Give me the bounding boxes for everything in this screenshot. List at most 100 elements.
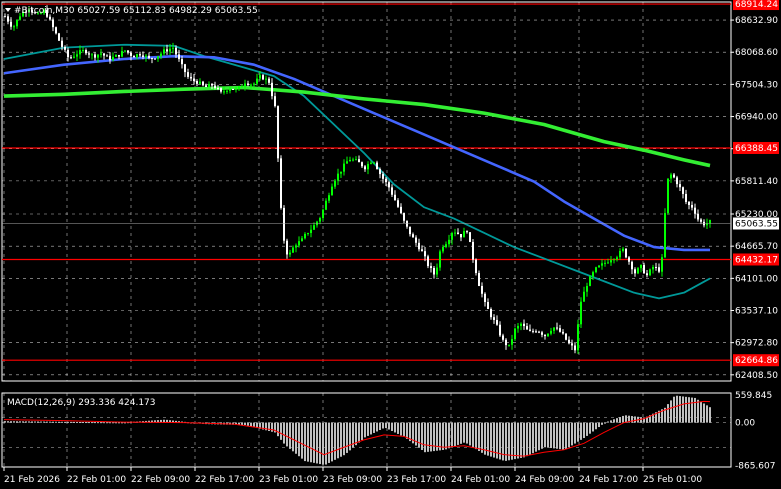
candle-bear [133, 55, 135, 58]
candle-bear [94, 54, 96, 58]
candle-bull [223, 91, 225, 93]
macd-histogram-bar [676, 395, 678, 423]
macd-histogram-bar [478, 422, 480, 451]
candle-bull [226, 90, 228, 92]
macd-histogram-bar [577, 422, 579, 442]
macd-histogram-bar [523, 422, 525, 458]
macd-histogram-bar [421, 422, 423, 450]
macd-histogram-bar [250, 422, 252, 427]
level-price-label: 66388.45 [735, 144, 778, 154]
candle-bear [211, 83, 213, 86]
candle-bear [130, 52, 132, 56]
candle-bear [628, 257, 630, 262]
macd-histogram-bar [556, 422, 558, 449]
candle-bear [175, 47, 177, 55]
candle-bear [154, 58, 156, 60]
candle-bear [523, 323, 525, 327]
candle-bear [634, 269, 636, 274]
candle-bear [562, 331, 564, 334]
candle-bull [709, 219, 711, 224]
candle-bull [370, 162, 372, 164]
macd-histogram-bar [403, 422, 405, 437]
macd-histogram-bar [448, 422, 450, 449]
candle-bull [553, 327, 555, 331]
time-axis[interactable]: 21 Feb 2026 22 Feb 01:00 22 Feb 09:00 22 Fe… [3, 467, 702, 485]
macd-histogram-bar [355, 422, 357, 446]
macd-histogram-bar [397, 422, 399, 434]
macd-histogram-bar [67, 421, 69, 423]
candle-bull [199, 81, 201, 84]
level-price-label: 68914.24 [735, 0, 778, 10]
macd-histogram-bar [460, 422, 462, 444]
candle-bear [361, 162, 363, 167]
candle-bull [163, 49, 165, 54]
candle-bear [277, 106, 279, 159]
macd-histogram-bar [37, 421, 39, 423]
macd-histogram-bar [472, 422, 474, 448]
candle-bear [403, 213, 405, 221]
macd-histogram-bar [562, 422, 564, 450]
candle-bear [151, 58, 153, 60]
macd-histogram-bar [292, 422, 294, 452]
macd-histogram-bar [529, 422, 531, 455]
time-tick-label: 22 Feb 17:00 [195, 475, 254, 485]
candle-bull [448, 239, 450, 245]
candle-bull [121, 51, 123, 57]
candle-bear [655, 266, 657, 268]
macd-histogram-bar [697, 399, 699, 423]
macd-histogram-bar [358, 422, 360, 443]
candle-bull [157, 56, 159, 59]
macd-histogram-bar [601, 422, 603, 425]
candle-bear [415, 237, 417, 243]
macd-histogram-bar [544, 422, 546, 448]
time-tick-label: 23 Feb 09:00 [323, 475, 382, 485]
time-tick-label: 24 Feb 01:00 [451, 475, 510, 485]
candle-bear [574, 345, 576, 351]
macd-histogram-bar [667, 404, 669, 423]
candle-bull [550, 330, 552, 334]
macd-histogram-bar [10, 421, 12, 423]
candle-bull [91, 54, 93, 56]
candle-bear [388, 182, 390, 188]
candle-bull [610, 260, 612, 263]
candle-bull [319, 218, 321, 222]
macd-histogram-bar [103, 422, 105, 424]
candle-bear [421, 249, 423, 252]
candle-bear [571, 343, 573, 346]
macd-histogram-bar [34, 421, 36, 423]
candle-bear [61, 40, 63, 47]
candle-bear [682, 187, 684, 194]
candle-bear [55, 27, 57, 34]
macd-histogram-bar [430, 422, 432, 452]
trading-chart[interactable]: 68632.9068068.6067504.3066940.0066375.70… [0, 0, 781, 489]
price-tick-label: 63537.10 [735, 306, 778, 316]
macd-histogram-bar [457, 422, 459, 445]
macd-histogram-bar [271, 422, 273, 432]
macd-histogram-bar [100, 422, 102, 424]
candle-bear [409, 226, 411, 235]
macd-histogram-bar [280, 422, 282, 440]
time-tick-label: 24 Feb 17:00 [579, 475, 638, 485]
macd-histogram-bar [391, 422, 393, 431]
macd-histogram-bar [334, 422, 336, 460]
macd-histogram-bar [109, 422, 111, 424]
main-pane[interactable] [1, 1, 732, 382]
macd-histogram-bar [61, 421, 63, 423]
macd-histogram-bar [625, 415, 627, 423]
macd-histogram-bar [466, 422, 468, 444]
macd-histogram-bar [598, 422, 600, 428]
macd-histogram-bar [538, 422, 540, 451]
candle-bull [304, 233, 306, 239]
macd-histogram-bar [307, 422, 309, 462]
macd-histogram-bar [58, 421, 60, 423]
macd-histogram-bar [91, 422, 93, 424]
macd-histogram-bar [679, 396, 681, 423]
candle-bull [667, 178, 669, 214]
candle-bear [376, 162, 378, 170]
candle-bull [295, 245, 297, 248]
candle-bear [232, 88, 234, 90]
candle-bull [652, 266, 654, 270]
macd-histogram-bar [463, 422, 465, 443]
macd-histogram-bar [16, 421, 18, 423]
macd-histogram-bar [541, 422, 543, 449]
